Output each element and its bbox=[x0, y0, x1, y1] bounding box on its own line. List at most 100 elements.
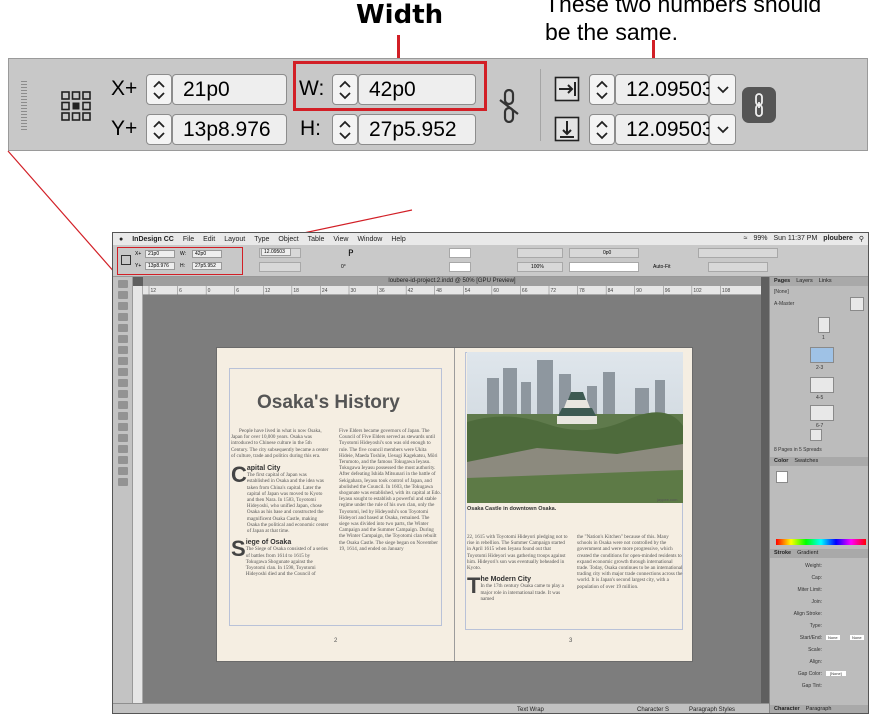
scissors-tool-icon[interactable] bbox=[117, 401, 128, 409]
page-thumb-6-7[interactable] bbox=[810, 405, 834, 421]
page-label-4-5: 4-5 bbox=[816, 395, 824, 401]
fill-swatch[interactable] bbox=[449, 248, 471, 258]
mini-w-input[interactable]: 42p0 bbox=[192, 250, 222, 258]
rotate-field[interactable] bbox=[259, 262, 301, 272]
text-wrap-panel-tab[interactable]: Text Wrap bbox=[517, 704, 544, 713]
tab-character[interactable]: Character bbox=[774, 705, 800, 713]
spine bbox=[454, 348, 455, 661]
tab-layers[interactable]: Layers bbox=[796, 277, 813, 286]
arrange-buttons[interactable] bbox=[708, 262, 768, 272]
page-tool-icon[interactable] bbox=[117, 302, 128, 310]
menu-file[interactable]: File bbox=[183, 236, 194, 243]
menu-help[interactable]: Help bbox=[391, 236, 405, 243]
page-number-left: 2 bbox=[334, 638, 338, 644]
gradient-tool-icon[interactable] bbox=[117, 423, 128, 431]
type-tool-icon[interactable] bbox=[117, 335, 128, 343]
character-styles-panel-tab[interactable]: Character S bbox=[637, 704, 669, 713]
mini-x-input[interactable]: 21p0 bbox=[145, 250, 175, 258]
tab-paragraph[interactable]: Paragraph bbox=[806, 705, 832, 713]
distribute-buttons[interactable] bbox=[698, 248, 778, 258]
page-label-2-3: 2-3 bbox=[816, 365, 824, 371]
menu-window[interactable]: Window bbox=[357, 236, 382, 243]
menu-layout[interactable]: Layout bbox=[224, 236, 245, 243]
zoom-tool-icon[interactable] bbox=[117, 467, 128, 475]
hand-tool-icon[interactable] bbox=[117, 456, 128, 464]
wifi-icon[interactable]: ≈ bbox=[744, 235, 748, 243]
tab-swatches[interactable]: Swatches bbox=[794, 457, 818, 466]
photo-caption[interactable]: Osaka Castle in downtown Osaka. bbox=[467, 506, 556, 512]
menu-user[interactable]: ploubere bbox=[823, 235, 853, 243]
menu-view[interactable]: View bbox=[333, 236, 348, 243]
column-2[interactable]: Five Elders became governors of Japan. T… bbox=[339, 428, 441, 632]
color-spectrum[interactable] bbox=[776, 539, 866, 545]
align-buttons[interactable] bbox=[517, 248, 563, 258]
siege-text: The Siege of Osaka consisted of a series… bbox=[245, 546, 328, 578]
indesign-window: ● InDesign CC File Edit Layout Type Obje… bbox=[112, 232, 869, 714]
page-thumb-1[interactable] bbox=[818, 317, 830, 333]
page-thumb-4-5[interactable] bbox=[810, 377, 834, 393]
page-thumb-2-3[interactable] bbox=[810, 347, 834, 363]
menu-type[interactable]: Type bbox=[254, 236, 269, 243]
percent-value: 100% bbox=[531, 264, 544, 270]
content-collector-icon[interactable] bbox=[117, 324, 128, 332]
tab-color[interactable]: Color bbox=[774, 457, 788, 466]
horizontal-ruler[interactable]: 12 6 0 6 12 18 24 30 36 42 48 54 60 66 72 78 84 90 96 102 10… bbox=[143, 286, 761, 295]
pencil-tool-icon[interactable] bbox=[117, 368, 128, 376]
page-number-right: 3 bbox=[569, 638, 573, 644]
ruler-tick-label: 60 bbox=[493, 288, 499, 294]
free-transform-tool-icon[interactable] bbox=[117, 412, 128, 420]
pen-tool-icon[interactable] bbox=[117, 357, 128, 365]
mini-w-label: W: bbox=[180, 251, 187, 257]
column-3[interactable]: 22, 1615 with Toyotomi Hideyori pledging… bbox=[467, 534, 569, 632]
corner-field[interactable] bbox=[569, 262, 639, 272]
a-master-thumb[interactable] bbox=[850, 297, 864, 311]
document-title[interactable]: Osaka's History bbox=[257, 392, 400, 414]
dropcap-t: T bbox=[467, 573, 481, 599]
menu-table[interactable]: Table bbox=[308, 236, 325, 243]
end-none-select[interactable]: None bbox=[850, 635, 864, 640]
autofit-label[interactable]: Auto-Fit bbox=[653, 264, 671, 270]
mac-menu-bar: ● InDesign CC File Edit Layout Type Obje… bbox=[113, 233, 868, 245]
gap-color-select[interactable]: [None] bbox=[826, 671, 846, 676]
mini-scale-input[interactable]: 12.09503 bbox=[261, 248, 291, 256]
menu-clock: Sun 11:37 PM bbox=[773, 235, 818, 242]
ruler-tick-label: 102 bbox=[693, 288, 702, 294]
tab-pages[interactable]: Pages bbox=[774, 277, 790, 286]
ruler-tick-label: 0 bbox=[208, 288, 211, 294]
none-master-label[interactable]: [None] bbox=[774, 289, 789, 295]
fill-stroke-proxy[interactable] bbox=[776, 471, 788, 483]
selection-tool-icon[interactable] bbox=[117, 280, 128, 288]
gap-tool-icon[interactable] bbox=[117, 313, 128, 321]
mini-y-input[interactable]: 13p8.976 bbox=[145, 262, 175, 270]
osaka-castle-photo[interactable] bbox=[467, 352, 683, 503]
eyedropper-tool-icon[interactable] bbox=[117, 445, 128, 453]
tab-links[interactable]: Links bbox=[819, 277, 832, 286]
column-4[interactable]: the "Nation's Kitchen" because of this. … bbox=[577, 534, 683, 632]
search-icon[interactable]: ⚲ bbox=[859, 235, 864, 243]
column-1[interactable]: People have lived in what is now Osaka, … bbox=[231, 428, 329, 643]
menu-edit[interactable]: Edit bbox=[203, 236, 215, 243]
paragraph-styles-panel-tab[interactable]: Paragraph Styles bbox=[689, 704, 735, 713]
stroke-swatch[interactable] bbox=[449, 262, 471, 272]
direct-selection-tool-icon[interactable] bbox=[117, 291, 128, 299]
rectangle-frame-tool-icon[interactable] bbox=[117, 379, 128, 387]
tab-stroke[interactable]: Stroke bbox=[774, 549, 791, 558]
para-icon[interactable]: P bbox=[348, 249, 353, 259]
tab-gradient[interactable]: Gradient bbox=[797, 549, 818, 558]
fill-stroke-icon[interactable] bbox=[117, 478, 128, 486]
a-master-label[interactable]: A-Master bbox=[774, 301, 794, 307]
page-thumb-8[interactable] bbox=[810, 429, 822, 441]
menu-object[interactable]: Object bbox=[278, 236, 298, 243]
document-spread[interactable]: Osaka's History People have lived in wha… bbox=[217, 348, 692, 661]
line-tool-icon[interactable] bbox=[117, 346, 128, 354]
vertical-ruler[interactable] bbox=[133, 286, 143, 703]
rectangle-tool-icon[interactable] bbox=[117, 390, 128, 398]
menu-app-name[interactable]: InDesign CC bbox=[132, 236, 174, 243]
note-tool-icon[interactable] bbox=[117, 434, 128, 442]
apple-icon[interactable]: ● bbox=[119, 236, 123, 243]
start-none-select[interactable]: None bbox=[826, 635, 840, 640]
document-tab[interactable]: loubere-id-project.2.indd @ 50% [GPU Pre… bbox=[143, 277, 761, 286]
mini-reference-point-icon[interactable] bbox=[121, 255, 131, 265]
ruler-tick-label: 96 bbox=[665, 288, 671, 294]
mini-h-input[interactable]: 27p5.952 bbox=[192, 262, 222, 270]
